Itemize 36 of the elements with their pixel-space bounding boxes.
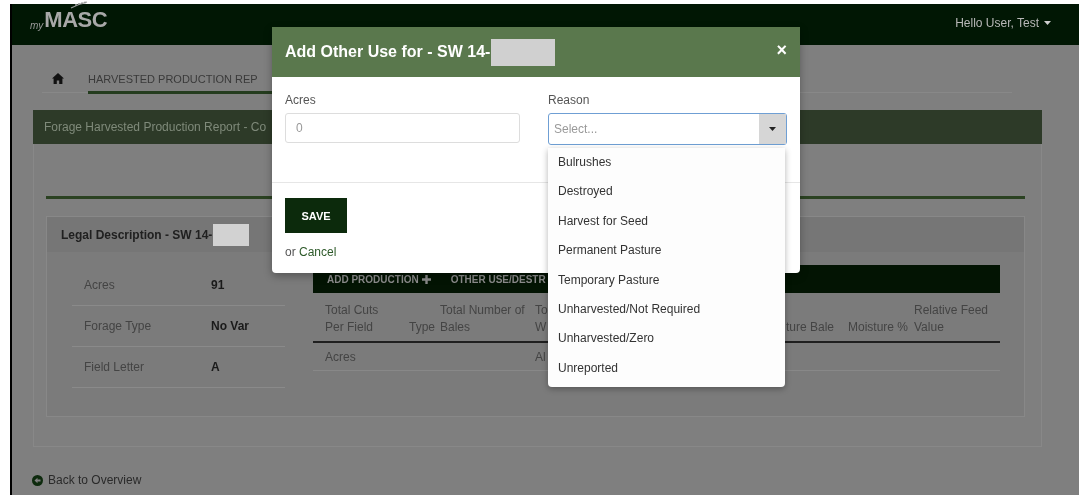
dropdown-option[interactable]: Unharvested/Not Required [548, 294, 785, 325]
dropdown-option[interactable]: Unharvested/Zero [548, 324, 785, 354]
field-value: 91 [211, 278, 225, 292]
other-use-button[interactable]: OTHER USE/DESTR [450, 273, 546, 285]
dropdown-option[interactable]: Destroyed [548, 177, 785, 207]
close-button[interactable]: × [776, 40, 787, 61]
save-button[interactable]: SAVE [285, 198, 347, 233]
home-icon[interactable] [52, 73, 64, 84]
legal-description-title: Legal Description - SW 14- [61, 227, 213, 242]
dropdown-option[interactable]: Unreported [548, 353, 785, 384]
reason-label: Reason [548, 93, 591, 107]
dropdown-option[interactable]: Permanent Pasture [548, 236, 785, 266]
back-arrow-icon[interactable] [32, 474, 43, 486]
caret-icon [1044, 20, 1051, 25]
modal-title: Add Other Use for - SW 14- [285, 43, 491, 61]
back-to-overview-link[interactable]: Back to Overview [48, 473, 142, 487]
plus-icon [421, 274, 431, 284]
dropdown-option[interactable]: Harvest for Seed [548, 206, 785, 237]
dropdown-option[interactable]: Temporary Pasture [548, 265, 785, 295]
reason-select[interactable]: Select... [548, 113, 787, 145]
acres-input[interactable]: 0 [285, 113, 520, 143]
acres-label: Acres [285, 93, 317, 107]
redaction-block [213, 223, 250, 246]
report-title: Forage Harvested Production Report - Co [44, 120, 267, 134]
redaction-block [491, 38, 556, 66]
field-value: A [211, 360, 220, 374]
logo-prefix: my [30, 19, 44, 31]
dropdown-toggle[interactable] [759, 114, 786, 144]
logo-wordmark: MASC [44, 8, 108, 31]
user-menu[interactable]: Hello User, Test [955, 15, 1051, 30]
cancel-link[interactable]: Cancel [299, 245, 337, 259]
field-value: No Var [211, 319, 249, 333]
wheat-icon [70, 0, 88, 9]
caret-icon [769, 127, 776, 131]
add-production-button[interactable]: ADD PRODUCTION [327, 273, 431, 285]
dropdown-option[interactable]: Bulrushes [548, 148, 785, 178]
